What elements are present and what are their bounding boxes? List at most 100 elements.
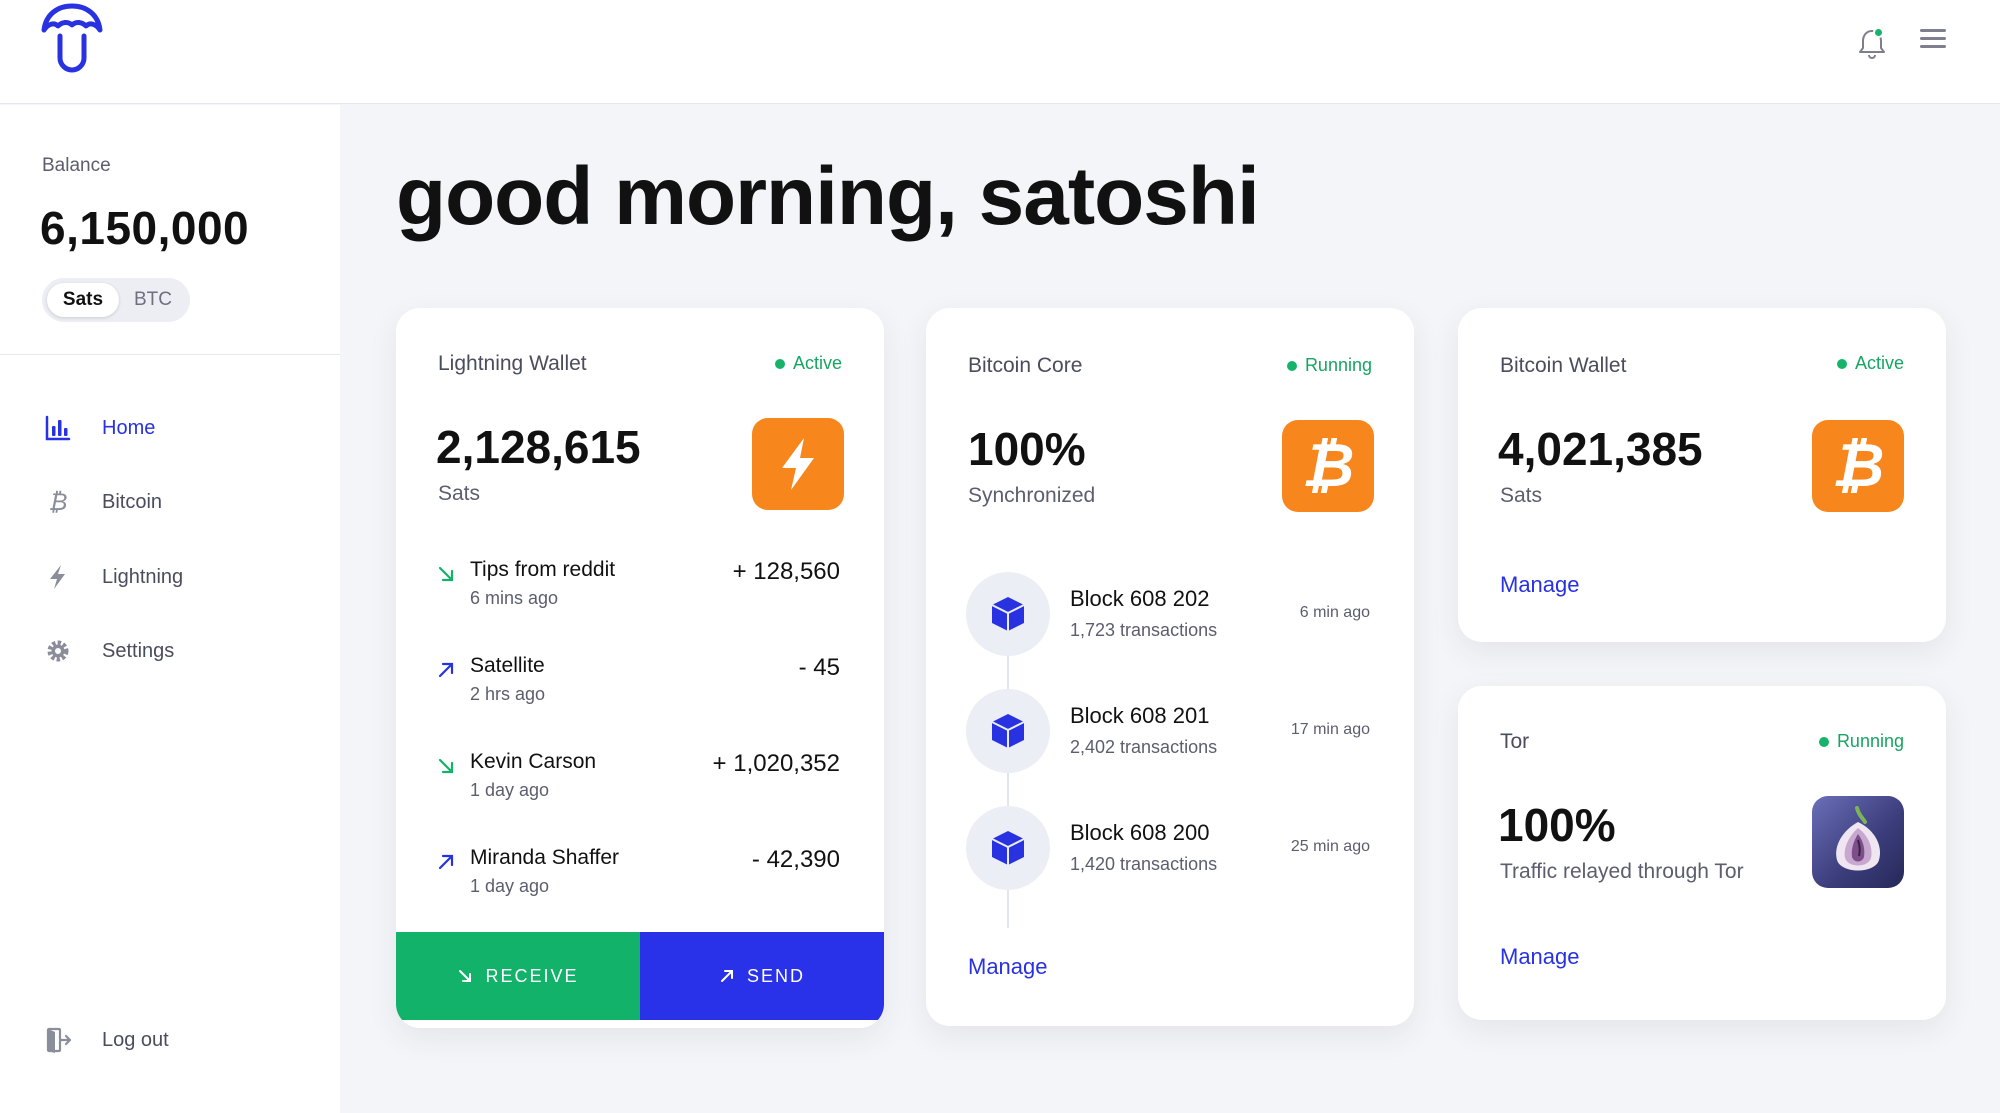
umbrel-logo[interactable] (40, 2, 104, 74)
status-dot (1836, 358, 1847, 369)
unit-toggle: Sats BTC (42, 278, 190, 322)
svg-text:₿: ₿ (49, 489, 68, 516)
block-time: 6 min ago (1299, 604, 1370, 621)
manage-link[interactable]: Manage (1500, 944, 1580, 970)
logout-label: Log out (102, 1028, 169, 1051)
bitcoin-icon: ₿ (42, 486, 74, 518)
arrow-up-right-icon (720, 970, 733, 982)
card-title: Bitcoin Core (968, 354, 1083, 377)
hamburger-icon[interactable] (1920, 29, 1946, 51)
status-badge: Active (774, 353, 842, 374)
arrow-down-right-icon (438, 758, 454, 774)
block-name: Block 608 200 (1070, 820, 1210, 845)
sidebar-item-bitcoin[interactable]: ₿ Bitcoin (42, 482, 322, 522)
block-transactions: 2,402 transactions (1070, 737, 1218, 757)
transaction-amount: - 45 (798, 654, 840, 681)
bitcoin-wallet-card: Bitcoin Wallet Active 4,021,385 Sats ₿ M… (1458, 308, 1946, 642)
transaction-time: 6 mins ago (470, 588, 559, 608)
receive-button[interactable]: RECEIVE (396, 932, 640, 1020)
status-dot (1818, 736, 1829, 747)
top-bar (0, 0, 2000, 104)
list-item[interactable]: Block 608 200 1,420 transactions 25 min … (966, 806, 1370, 890)
sidebar-item-label: Home (102, 416, 156, 439)
svg-text:₿: ₿ (1302, 434, 1355, 498)
list-item[interactable]: Block 608 202 1,723 transactions 6 min a… (966, 572, 1370, 656)
status-dot (774, 358, 785, 369)
bitcoin-balance: 4,021,385 (1498, 423, 1703, 475)
bitcoin-icon: ₿ (1812, 420, 1904, 512)
transaction-amount: + 1,020,352 (712, 750, 840, 777)
manage-link[interactable]: Manage (1500, 572, 1580, 598)
transaction-name: Satellite (470, 654, 545, 677)
transaction-time: 1 day ago (470, 780, 550, 800)
sync-label: Synchronized (968, 484, 1096, 507)
unit-btc-option[interactable]: BTC (120, 283, 186, 317)
balance-unit: Sats (438, 482, 481, 505)
status-text: Running (1836, 731, 1904, 751)
sidebar-item-home[interactable]: Home (42, 408, 322, 448)
bitcoin-core-card: Bitcoin Core Running 100% Synchronized ₿… (926, 308, 1414, 1026)
tor-onion-icon (1812, 796, 1904, 888)
block-time: 25 min ago (1290, 838, 1370, 855)
lightning-balance: 2,128,615 (436, 421, 641, 473)
svg-text:₿: ₿ (1832, 434, 1885, 498)
receive-label: RECEIVE (485, 965, 579, 986)
sidebar-item-label: Settings (102, 639, 175, 662)
bitcoin-icon: ₿ (1282, 420, 1374, 512)
page-title: good morning, satoshi (396, 151, 1260, 242)
list-item[interactable]: Miranda Shaffer 1 day ago - 42,390 (436, 846, 840, 906)
list-item[interactable]: Tips from reddit 6 mins ago + 128,560 (436, 558, 840, 618)
lightning-wallet-card: Lightning Wallet Active 2,128,615 Sats T… (396, 308, 884, 1028)
bar-chart-icon (42, 412, 74, 444)
block-name: Block 608 202 (1070, 586, 1210, 611)
logout-button[interactable]: Log out (42, 1020, 322, 1060)
sidebar: Balance 6,150,000 Sats BTC Home ₿ Bitcoi… (0, 105, 340, 1113)
send-button[interactable]: SEND (640, 932, 884, 1020)
sidebar-item-label: Lightning (102, 565, 184, 588)
card-title: Bitcoin Wallet (1500, 354, 1627, 377)
transaction-time: 1 day ago (470, 876, 550, 896)
card-title: Tor (1500, 730, 1530, 753)
transaction-name: Miranda Shaffer (470, 846, 620, 869)
sidebar-item-lightning[interactable]: Lightning (42, 557, 322, 597)
gear-icon (42, 635, 74, 667)
lightning-icon (42, 561, 74, 593)
unit-sats-option[interactable]: Sats (47, 283, 119, 317)
transaction-amount: - 42,390 (751, 846, 840, 873)
arrow-up-right-icon (438, 854, 454, 870)
block-time: 17 min ago (1290, 721, 1370, 738)
tor-description: Traffic relayed through Tor (1500, 860, 1744, 883)
manage-link[interactable]: Manage (968, 954, 1048, 980)
block-transactions: 1,723 transactions (1070, 620, 1218, 640)
transaction-time: 2 hrs ago (470, 684, 546, 704)
transaction-amount: + 128,560 (732, 558, 840, 585)
list-item[interactable]: Satellite 2 hrs ago - 45 (436, 654, 840, 714)
status-text: Active (792, 353, 842, 373)
logout-icon (42, 1024, 74, 1056)
balance-value: 6,150,000 (40, 202, 250, 254)
block-name: Block 608 201 (1070, 703, 1210, 728)
notification-dot (1873, 27, 1884, 38)
list-item[interactable]: Kevin Carson 1 day ago + 1,020,352 (436, 750, 840, 810)
send-label: SEND (746, 965, 805, 986)
sidebar-item-label: Bitcoin (102, 490, 163, 513)
arrow-down-right-icon (459, 970, 472, 982)
cube-icon (966, 689, 1050, 773)
lightning-icon (752, 418, 844, 510)
status-text: Running (1304, 355, 1372, 375)
status-dot (1286, 360, 1297, 371)
arrow-down-right-icon (438, 566, 454, 582)
block-transactions: 1,420 transactions (1070, 854, 1218, 874)
status-badge: Active (1836, 353, 1904, 374)
cube-icon (966, 572, 1050, 656)
tor-card: Tor Running 100% Traffic relayed through… (1458, 686, 1946, 1020)
list-item[interactable]: Block 608 201 2,402 transactions 17 min … (966, 689, 1370, 773)
balance-label: Balance (42, 155, 111, 176)
status-badge: Running (1286, 355, 1372, 376)
sidebar-item-settings[interactable]: Settings (42, 631, 322, 671)
card-title: Lightning Wallet (438, 352, 587, 375)
status-badge: Running (1818, 731, 1904, 752)
transaction-name: Kevin Carson (470, 750, 597, 773)
sync-percent: 100% (968, 423, 1086, 475)
tor-percent: 100% (1498, 799, 1616, 851)
